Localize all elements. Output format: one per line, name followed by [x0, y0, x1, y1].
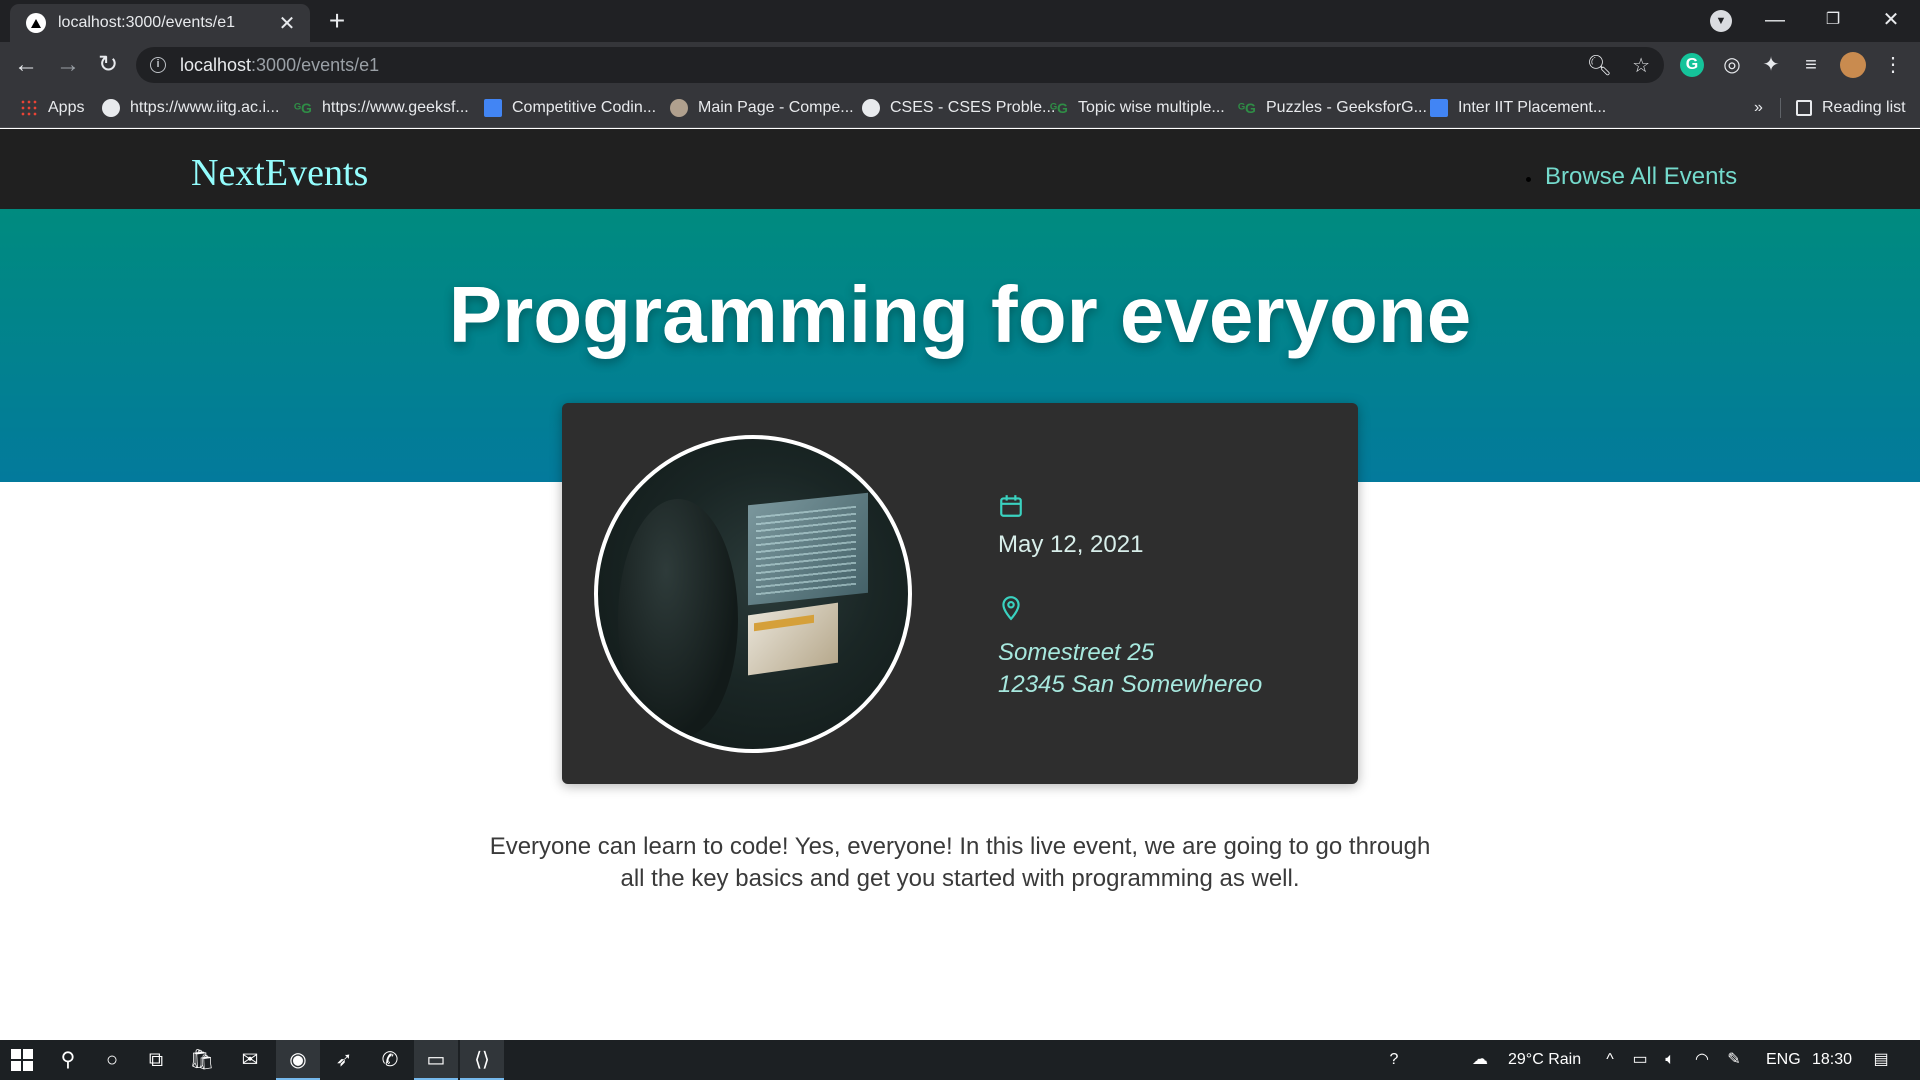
bookmark-inter-iit[interactable]: Inter IIT Placement... — [1430, 88, 1606, 128]
url-text[interactable]: localhost:3000/events/e1 — [180, 55, 379, 76]
event-description: Everyone can learn to code! Yes, everyon… — [489, 833, 1431, 892]
doc-icon — [484, 99, 502, 117]
help-icon[interactable]: ? — [1374, 1040, 1414, 1080]
browser-menu-icon[interactable]: ⋮ — [1878, 50, 1908, 80]
notifications-icon[interactable]: ▤ — [1866, 1040, 1896, 1080]
nav-item-browse: Browse All Events — [1526, 163, 1737, 191]
task-view-icon[interactable]: ⧉ — [134, 1040, 178, 1080]
image-laptop — [748, 602, 838, 676]
tab-search-icon[interactable]: ▼ — [1710, 10, 1732, 32]
bookmark-puzzles[interactable]: ᴳG Puzzles - GeeksforG... — [1238, 88, 1427, 128]
pen-icon[interactable]: ✎ — [1722, 1040, 1746, 1080]
bookmark-iitg[interactable]: https://www.iitg.ac.i... — [102, 88, 279, 128]
battery-icon[interactable]: ▭ — [1628, 1040, 1652, 1080]
language-indicator[interactable]: ENG — [1766, 1040, 1801, 1080]
close-window-button[interactable]: ✕ — [1868, 4, 1914, 36]
browser-toolbar: ← → ↻ i localhost:3000/events/e1 🔍︎ ☆ G … — [0, 42, 1920, 88]
reading-list-icon — [1796, 100, 1812, 116]
search-icon[interactable]: ⚲ — [46, 1040, 90, 1080]
zoom-icon[interactable]: 🔍︎ — [1587, 53, 1612, 78]
close-tab-icon[interactable]: ✕ — [276, 11, 298, 36]
globe-icon — [102, 99, 120, 117]
grammarly-extension-icon[interactable]: G — [1680, 53, 1704, 77]
browser-tab[interactable]: localhost:3000/events/e1 ✕ — [10, 4, 310, 42]
bookmark-competitive-coding[interactable]: Competitive Codin... — [484, 88, 656, 128]
event-address: Somestreet 25 12345 San Somewhereo — [998, 637, 1262, 701]
site-logo[interactable]: NextEvents — [191, 151, 368, 195]
tab-title: localhost:3000/events/e1 — [58, 14, 236, 31]
restore-button[interactable]: ❐ — [1810, 4, 1856, 36]
app-taskbar-icon[interactable]: ➶ — [322, 1040, 366, 1080]
reading-list-button[interactable]: Reading list — [1796, 88, 1906, 128]
wifi-icon[interactable]: ◠ — [1690, 1040, 1714, 1080]
calendar-icon — [1000, 495, 1022, 517]
apps-icon — [20, 99, 38, 117]
event-title: Programming for everyone — [448, 270, 1472, 359]
windows-taskbar: ⚲ ○ ⧉ 🛍︎ ✉ ◉ ➶ ✆ ▭ ⟨⟩ ? ☁ 29°C Rain ^ ▭ … — [0, 1040, 1920, 1080]
bookmark-geeksforgeeks[interactable]: ᴳG https://www.geeksf... — [294, 88, 469, 128]
event-date: May 12, 2021 — [998, 531, 1144, 558]
forward-button[interactable]: → — [52, 49, 84, 81]
weather-cloud-icon[interactable]: ☁ — [1464, 1040, 1496, 1080]
bookmark-topic-wise[interactable]: ᴳG Topic wise multiple... — [1050, 88, 1225, 128]
globe-icon — [862, 99, 880, 117]
vscode-icon[interactable]: ⟨⟩ — [460, 1040, 504, 1080]
image-person-silhouette — [618, 499, 738, 739]
back-button[interactable]: ← — [10, 49, 42, 81]
volume-icon[interactable]: 🔈︎ — [1658, 1040, 1682, 1080]
chrome-taskbar-icon[interactable]: ◉ — [276, 1040, 320, 1080]
extensions-puzzle-icon[interactable]: ✦ — [1756, 50, 1786, 80]
doc-icon — [1430, 99, 1448, 117]
image-code-lines — [756, 505, 856, 597]
mail-icon[interactable]: ✉ — [228, 1040, 272, 1080]
minimize-button[interactable]: — — [1752, 4, 1798, 36]
nextjs-favicon-icon — [26, 13, 46, 33]
media-queue-icon[interactable]: ≡ — [1796, 50, 1826, 80]
bookmark-main-page[interactable]: Main Page - Compe... — [670, 88, 854, 128]
bookmark-apps[interactable]: Apps — [20, 88, 84, 128]
terminal-icon[interactable]: ▭ — [414, 1040, 458, 1080]
location-pin-icon — [1002, 596, 1020, 621]
more-bookmarks-button[interactable]: » — [1754, 88, 1763, 128]
start-button[interactable] — [0, 1040, 44, 1080]
bookmark-cses[interactable]: CSES - CSES Proble... — [862, 88, 1055, 128]
reload-button[interactable]: ↻ — [92, 49, 124, 81]
store-icon[interactable]: 🛍︎ — [180, 1040, 224, 1080]
profile-avatar[interactable] — [1840, 52, 1866, 78]
site-info-icon[interactable]: i — [150, 57, 166, 73]
event-summary-card: May 12, 2021 Somestreet 25 12345 San Som… — [562, 403, 1358, 784]
weather-text[interactable]: 29°C Rain — [1508, 1040, 1581, 1080]
address-bar[interactable]: i localhost:3000/events/e1 🔍︎ ☆ — [136, 47, 1664, 83]
address-line-2: 12345 San Somewhereo — [998, 671, 1263, 698]
browser-tab-bar: localhost:3000/events/e1 ✕ + ▼ — ❐ ✕ — [0, 0, 1920, 42]
cf-icon — [670, 99, 688, 117]
bookmark-star-icon[interactable]: ☆ — [1632, 53, 1650, 78]
windows-logo-icon — [11, 1049, 33, 1071]
tray-chevron-icon[interactable]: ^ — [1600, 1040, 1620, 1080]
clock[interactable]: 18:30 — [1812, 1040, 1852, 1080]
site-header: NextEvents Browse All Events — [0, 129, 1920, 209]
event-image — [594, 435, 912, 753]
gfg-icon: ᴳG — [1050, 100, 1068, 116]
new-tab-button[interactable]: + — [322, 6, 352, 36]
cortana-icon[interactable]: ○ — [90, 1040, 134, 1080]
browse-all-events-link[interactable]: Browse All Events — [1545, 163, 1737, 191]
whatsapp-icon[interactable]: ✆ — [368, 1040, 412, 1080]
bookmarks-bar: Apps https://www.iitg.ac.i... ᴳG https:/… — [0, 88, 1920, 128]
nav-bullet — [1526, 176, 1531, 182]
gfg-icon: ᴳG — [294, 100, 312, 116]
web-page: NextEvents Browse All Events Programming… — [0, 129, 1920, 1039]
bookmarks-divider — [1780, 98, 1781, 118]
gfg-icon: ᴳG — [1238, 100, 1256, 116]
extension-target-icon[interactable]: ◎ — [1717, 50, 1747, 80]
address-line-1: Somestreet 25 — [998, 639, 1155, 666]
